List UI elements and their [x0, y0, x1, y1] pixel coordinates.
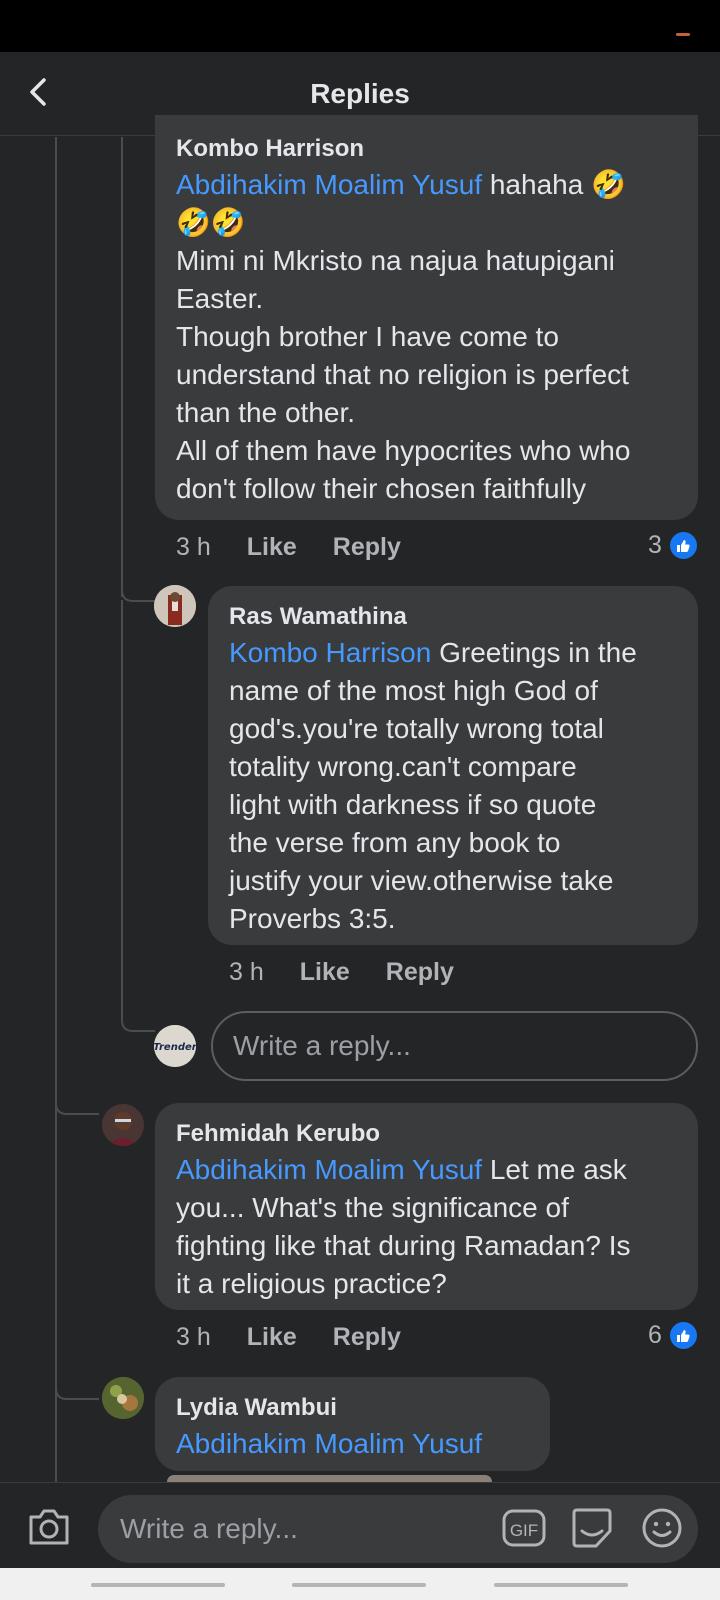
mention-link[interactable]: Kombo Harrison: [229, 637, 431, 668]
reply-button[interactable]: Reply: [386, 958, 454, 987]
comment-input-placeholder: Write a reply...: [120, 1513, 298, 1544]
nav-home[interactable]: [292, 1583, 426, 1587]
like-button[interactable]: Like: [300, 958, 350, 987]
comment-text: Abdihakim Moalim Yusuf: [176, 1425, 530, 1463]
gif-icon[interactable]: GIF: [502, 1509, 546, 1547]
comment-actions: 3 h Like Reply: [176, 533, 401, 562]
emoji-icon[interactable]: [641, 1507, 683, 1549]
mention-link[interactable]: Abdihakim Moalim Yusuf: [176, 1154, 482, 1185]
comment-bubble[interactable]: Lydia Wambui Abdihakim Moalim Yusuf: [155, 1377, 550, 1471]
comment-actions: 3 h Like Reply: [176, 1323, 401, 1352]
comment-text: Abdihakim Moalim Yusuf hahaha 🤣 🤣🤣 Mimi …: [176, 169, 631, 504]
thread-connector: [121, 1010, 155, 1032]
like-button[interactable]: Like: [247, 1323, 297, 1352]
reaction-count: 3: [648, 531, 662, 559]
comment-time: 3 h: [176, 1323, 211, 1351]
sticker-icon[interactable]: [570, 1507, 614, 1549]
comment-bubble[interactable]: Ras Wamathina Kombo Harrison Greetings i…: [208, 586, 698, 945]
comment-bubble[interactable]: Kombo Harrison Abdihakim Moalim Yusuf ha…: [155, 115, 698, 520]
comment-time: 3 h: [176, 533, 211, 561]
thread-connector: [121, 580, 155, 602]
thread-line-nested-2: [121, 600, 123, 1020]
reply-button[interactable]: Reply: [333, 1323, 401, 1352]
comment-author[interactable]: Kombo Harrison: [176, 134, 678, 164]
comment-bubble[interactable]: Fehmidah Kerubo Abdihakim Moalim Yusuf L…: [155, 1103, 698, 1310]
attached-image-preview[interactable]: [167, 1475, 492, 1482]
comment-author[interactable]: Lydia Wambui: [176, 1393, 530, 1423]
status-indicator: [676, 33, 690, 36]
avatar[interactable]: [102, 1377, 144, 1419]
comment-author[interactable]: Fehmidah Kerubo: [176, 1119, 678, 1149]
nav-recents[interactable]: [91, 1583, 225, 1587]
thread-line-main: [55, 137, 57, 1482]
composer-bar: Write a reply... GIF: [0, 1482, 720, 1569]
system-navigation-bar: [0, 1568, 720, 1600]
mention-link[interactable]: Abdihakim Moalim Yusuf: [176, 1428, 482, 1459]
like-thumb-icon: [667, 1320, 699, 1351]
avatar[interactable]: [102, 1104, 144, 1146]
thread-line-nested: [121, 137, 123, 597]
user-avatar: Trender: [154, 1025, 196, 1067]
thread-connector: [55, 1095, 99, 1115]
nav-back[interactable]: [494, 1583, 628, 1587]
comment-author[interactable]: Ras Wamathina: [229, 602, 678, 632]
page-title: Replies: [310, 78, 410, 109]
reaction-summary[interactable]: 3: [648, 530, 699, 561]
avatar[interactable]: [154, 585, 196, 627]
svg-text:GIF: GIF: [510, 1521, 538, 1540]
reply-input[interactable]: Write a reply...: [211, 1011, 698, 1081]
reaction-count: 6: [648, 1321, 662, 1349]
comment-text: Abdihakim Moalim Yusuf Let me ask you...…: [176, 1154, 631, 1299]
camera-icon[interactable]: [27, 1507, 71, 1547]
reaction-summary[interactable]: 6: [648, 1320, 699, 1351]
comment-actions: 3 h Like Reply: [229, 958, 454, 987]
like-button[interactable]: Like: [247, 533, 297, 562]
like-thumb-icon: [667, 530, 699, 561]
status-bar: [0, 0, 720, 52]
reply-button[interactable]: Reply: [333, 533, 401, 562]
comment-text: Kombo Harrison Greetings in the name of …: [229, 637, 637, 934]
mention-link[interactable]: Abdihakim Moalim Yusuf: [176, 169, 482, 200]
svg-text:Trender: Trender: [154, 1042, 196, 1053]
comment-time: 3 h: [229, 958, 264, 986]
thread-connector: [55, 1380, 99, 1400]
